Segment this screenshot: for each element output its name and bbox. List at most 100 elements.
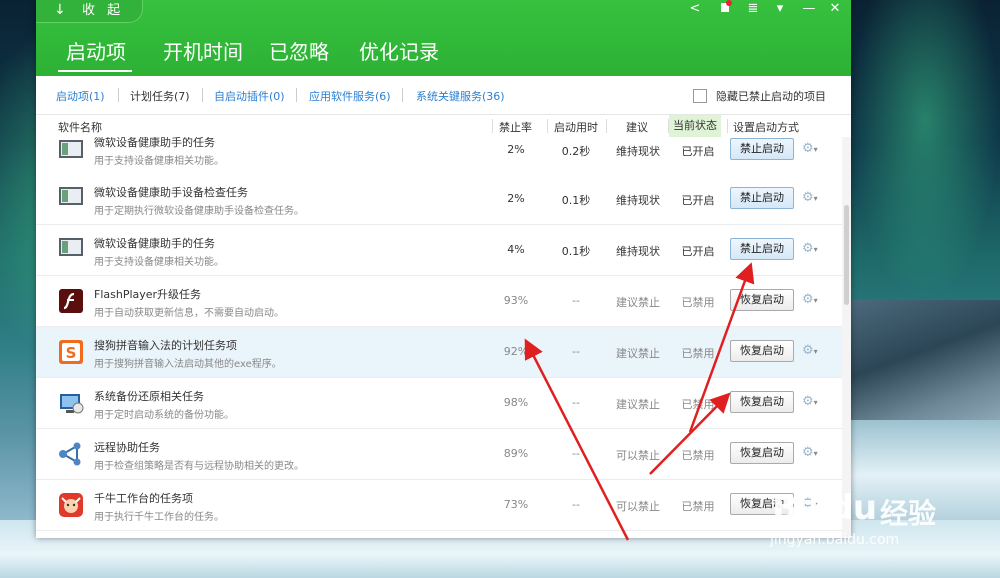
qianniu-icon — [58, 492, 84, 518]
hide-disabled-checkbox[interactable] — [693, 89, 707, 103]
advice: 可以禁止 — [616, 500, 660, 513]
filter-app-services[interactable]: 应用软件服务(6) — [309, 88, 391, 104]
settings-gear-icon[interactable]: ⚙▾ — [802, 445, 824, 460]
boot-time: -- — [572, 294, 580, 307]
tab-boot-time[interactable]: 开机时间 — [163, 36, 243, 68]
filter-autostart-plugins[interactable]: 自启动插件(0) — [214, 88, 285, 104]
filter-system-services[interactable]: 系统关键服务(36) — [416, 88, 505, 104]
monitor-icon — [58, 186, 84, 212]
item-title: 远程协助任务 — [94, 441, 160, 454]
status: 已禁用 — [681, 500, 715, 513]
collapse-button[interactable]: ↓ 收 起 — [36, 0, 143, 23]
item-title: 搜狗拼音输入法的计划任务项 — [94, 339, 237, 352]
startup-manager-window: ↓ 收 起 < ≣ ▾ — ✕ 启动项 开机时间 已忽略 优化记录 启动项(1)… — [36, 0, 851, 538]
tab-bar: 启动项 开机时间 已忽略 优化记录 — [36, 36, 851, 72]
status: 已开启 — [681, 194, 715, 207]
status: 已开启 — [681, 145, 715, 158]
filter-startup[interactable]: 启动项(1) — [56, 88, 105, 104]
monitor-icon — [58, 237, 84, 263]
backup-icon — [58, 390, 84, 416]
share-icon[interactable]: < — [684, 0, 706, 20]
advice: 建议禁止 — [616, 398, 660, 411]
sogou-icon: S — [58, 339, 84, 365]
advice: 建议禁止 — [616, 296, 660, 309]
collapse-label: 收 起 — [82, 3, 125, 18]
settings-gear-icon[interactable]: ⚙▾ — [802, 292, 824, 307]
menu-icon[interactable]: ≣ — [742, 0, 764, 20]
restore-startup-button[interactable]: 恢复启动 — [730, 289, 794, 311]
disable-startup-button[interactable]: 禁止启动 — [730, 187, 794, 209]
aurora-right — [850, 0, 1000, 300]
advice: 可以禁止 — [616, 449, 660, 462]
settings-gear-icon[interactable]: ⚙▾ — [802, 190, 824, 205]
item-description: 用于执行千牛工作台的任务。 — [94, 512, 224, 523]
list-item[interactable]: FlashPlayer升级任务 用于自动获取更新信息，不需要自动启动。 93% … — [36, 276, 842, 327]
disable-startup-button[interactable]: 禁止启动 — [730, 138, 794, 160]
divider — [402, 88, 403, 102]
boot-time: -- — [572, 498, 580, 511]
boot-time: 0.2秒 — [561, 145, 591, 158]
divider — [118, 88, 119, 102]
notification-icon[interactable] — [714, 0, 736, 20]
settings-gear-icon[interactable]: ⚙▾ — [802, 141, 824, 156]
item-title: 微软设备健康助手设备检查任务 — [94, 186, 248, 199]
ban-rate: 2% — [507, 143, 525, 156]
list-item[interactable]: 微软设备健康助手的任务 用于支持设备健康相关功能。 4% 0.1秒 维持现状 已… — [36, 225, 842, 276]
item-description: 用于自动获取更新信息，不需要自动启动。 — [94, 308, 284, 319]
list-item[interactable]: 系统备份还原相关任务 用于定时启动系统的备份功能。 98% -- 建议禁止 已禁… — [36, 378, 842, 429]
status: 已禁用 — [681, 296, 715, 309]
settings-gear-icon[interactable]: ⚙▾ — [802, 394, 824, 409]
boot-time: -- — [572, 447, 580, 460]
item-description: 用于搜狗拼音输入法启动其他的exe程序。 — [94, 359, 282, 370]
col-current-status[interactable]: 当前状态 — [669, 115, 721, 137]
hide-disabled-label[interactable]: 隐藏已禁止启动的项目 — [716, 88, 826, 104]
skin-icon[interactable]: ▾ — [769, 0, 791, 20]
svg-text:S: S — [66, 344, 77, 362]
col-boot-time[interactable]: 启动用时 — [554, 119, 598, 135]
divider — [296, 88, 297, 102]
advice: 建议禁止 — [616, 347, 660, 360]
boot-time: -- — [572, 345, 580, 358]
divider — [492, 119, 493, 133]
tab-startup-items[interactable]: 启动项 — [58, 36, 132, 72]
scrollbar-thumb[interactable] — [844, 205, 849, 305]
startup-item-list: 微软设备健康助手的任务 用于支持设备健康相关功能。 2% 0.2秒 维持现状 已… — [36, 137, 842, 538]
minimize-icon[interactable]: — — [798, 0, 820, 20]
filter-scheduled-tasks[interactable]: 计划任务(7) — [130, 88, 190, 104]
col-ban-rate[interactable]: 禁止率 — [499, 119, 532, 135]
down-arrow-icon: ↓ — [54, 2, 66, 18]
restore-startup-button[interactable]: 恢复启动 — [730, 340, 794, 362]
column-header: 软件名称 禁止率 启动用时 建议 当前状态 设置启动方式 — [36, 115, 851, 138]
ban-rate: 92% — [503, 345, 529, 358]
item-title: 系统备份还原相关任务 — [94, 390, 204, 403]
col-advice[interactable]: 建议 — [626, 119, 648, 135]
status: 已禁用 — [681, 347, 715, 360]
restore-startup-button[interactable]: 恢复启动 — [730, 391, 794, 413]
divider — [727, 119, 728, 133]
window-header: ↓ 收 起 < ≣ ▾ — ✕ 启动项 开机时间 已忽略 优化记录 — [36, 0, 851, 76]
ban-rate: 73% — [503, 498, 529, 511]
disable-startup-button[interactable]: 禁止启动 — [730, 238, 794, 260]
watermark-cn: 经验 — [880, 497, 937, 530]
item-title: FlashPlayer升级任务 — [94, 288, 202, 301]
list-item[interactable]: S 搜狗拼音输入法的计划任务项 用于搜狗拼音输入法启动其他的exe程序。 92%… — [36, 327, 842, 378]
boot-time: 0.1秒 — [561, 194, 591, 207]
tab-optimize-history[interactable]: 优化记录 — [359, 36, 439, 68]
advice: 维持现状 — [616, 145, 660, 158]
restore-startup-button[interactable]: 恢复启动 — [730, 442, 794, 464]
list-item[interactable]: 千牛工作台的任务项 用于执行千牛工作台的任务。 73% -- 可以禁止 已禁用 … — [36, 480, 842, 531]
col-software-name[interactable]: 软件名称 — [58, 119, 102, 135]
ban-rate: 2% — [507, 192, 525, 205]
list-item[interactable]: 远程协助任务 用于检查组策略是否有与远程协助相关的更改。 89% -- 可以禁止… — [36, 429, 842, 480]
item-description: 用于检查组策略是否有与远程协助相关的更改。 — [94, 461, 304, 472]
ban-rate: 89% — [503, 447, 529, 460]
close-icon[interactable]: ✕ — [824, 0, 846, 20]
watermark-url: jingyan.baidu.com — [770, 532, 900, 548]
settings-gear-icon[interactable]: ⚙▾ — [802, 343, 824, 358]
settings-gear-icon[interactable]: ⚙▾ — [802, 241, 824, 256]
item-description: 用于定期执行微软设备健康助手设备检查任务。 — [94, 206, 304, 217]
list-item[interactable]: 微软设备健康助手设备检查任务 用于定期执行微软设备健康助手设备检查任务。 2% … — [36, 174, 842, 225]
tab-ignored[interactable]: 已忽略 — [269, 36, 329, 68]
list-item[interactable]: 微软设备健康助手的任务 用于支持设备健康相关功能。 2% 0.2秒 维持现状 已… — [36, 137, 842, 175]
status: 已禁用 — [681, 398, 715, 411]
